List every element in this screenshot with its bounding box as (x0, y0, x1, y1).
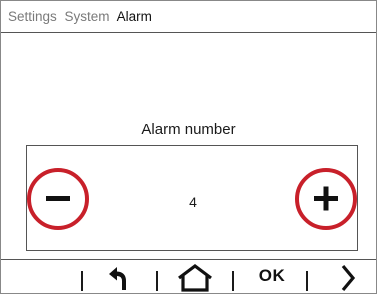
back-button[interactable] (97, 260, 143, 294)
breadcrumb-item-settings[interactable]: Settings (8, 9, 57, 24)
bottom-nav-bar: OK (1, 259, 376, 294)
breadcrumb: Settings System Alarm (1, 1, 376, 33)
value-stepper: 4 (26, 145, 358, 251)
chevron-right-icon (341, 264, 356, 292)
breadcrumb-item-alarm: Alarm (116, 9, 152, 24)
next-button[interactable] (331, 260, 365, 294)
home-icon (178, 264, 212, 292)
setting-title: Alarm number (141, 121, 236, 138)
back-arrow-icon (109, 267, 126, 290)
ok-label: OK (258, 266, 286, 285)
nav-separator (81, 260, 83, 294)
ok-button[interactable]: OK (251, 260, 293, 294)
nav-separator (232, 260, 234, 294)
home-button[interactable] (170, 260, 220, 294)
device-screen: Settings System Alarm Alarm number 4 OK (0, 0, 377, 294)
nav-separator (156, 260, 158, 294)
breadcrumb-item-system[interactable]: System (65, 9, 110, 24)
plus-icon (314, 186, 338, 211)
increment-button[interactable] (295, 168, 357, 230)
nav-separator (306, 260, 308, 294)
